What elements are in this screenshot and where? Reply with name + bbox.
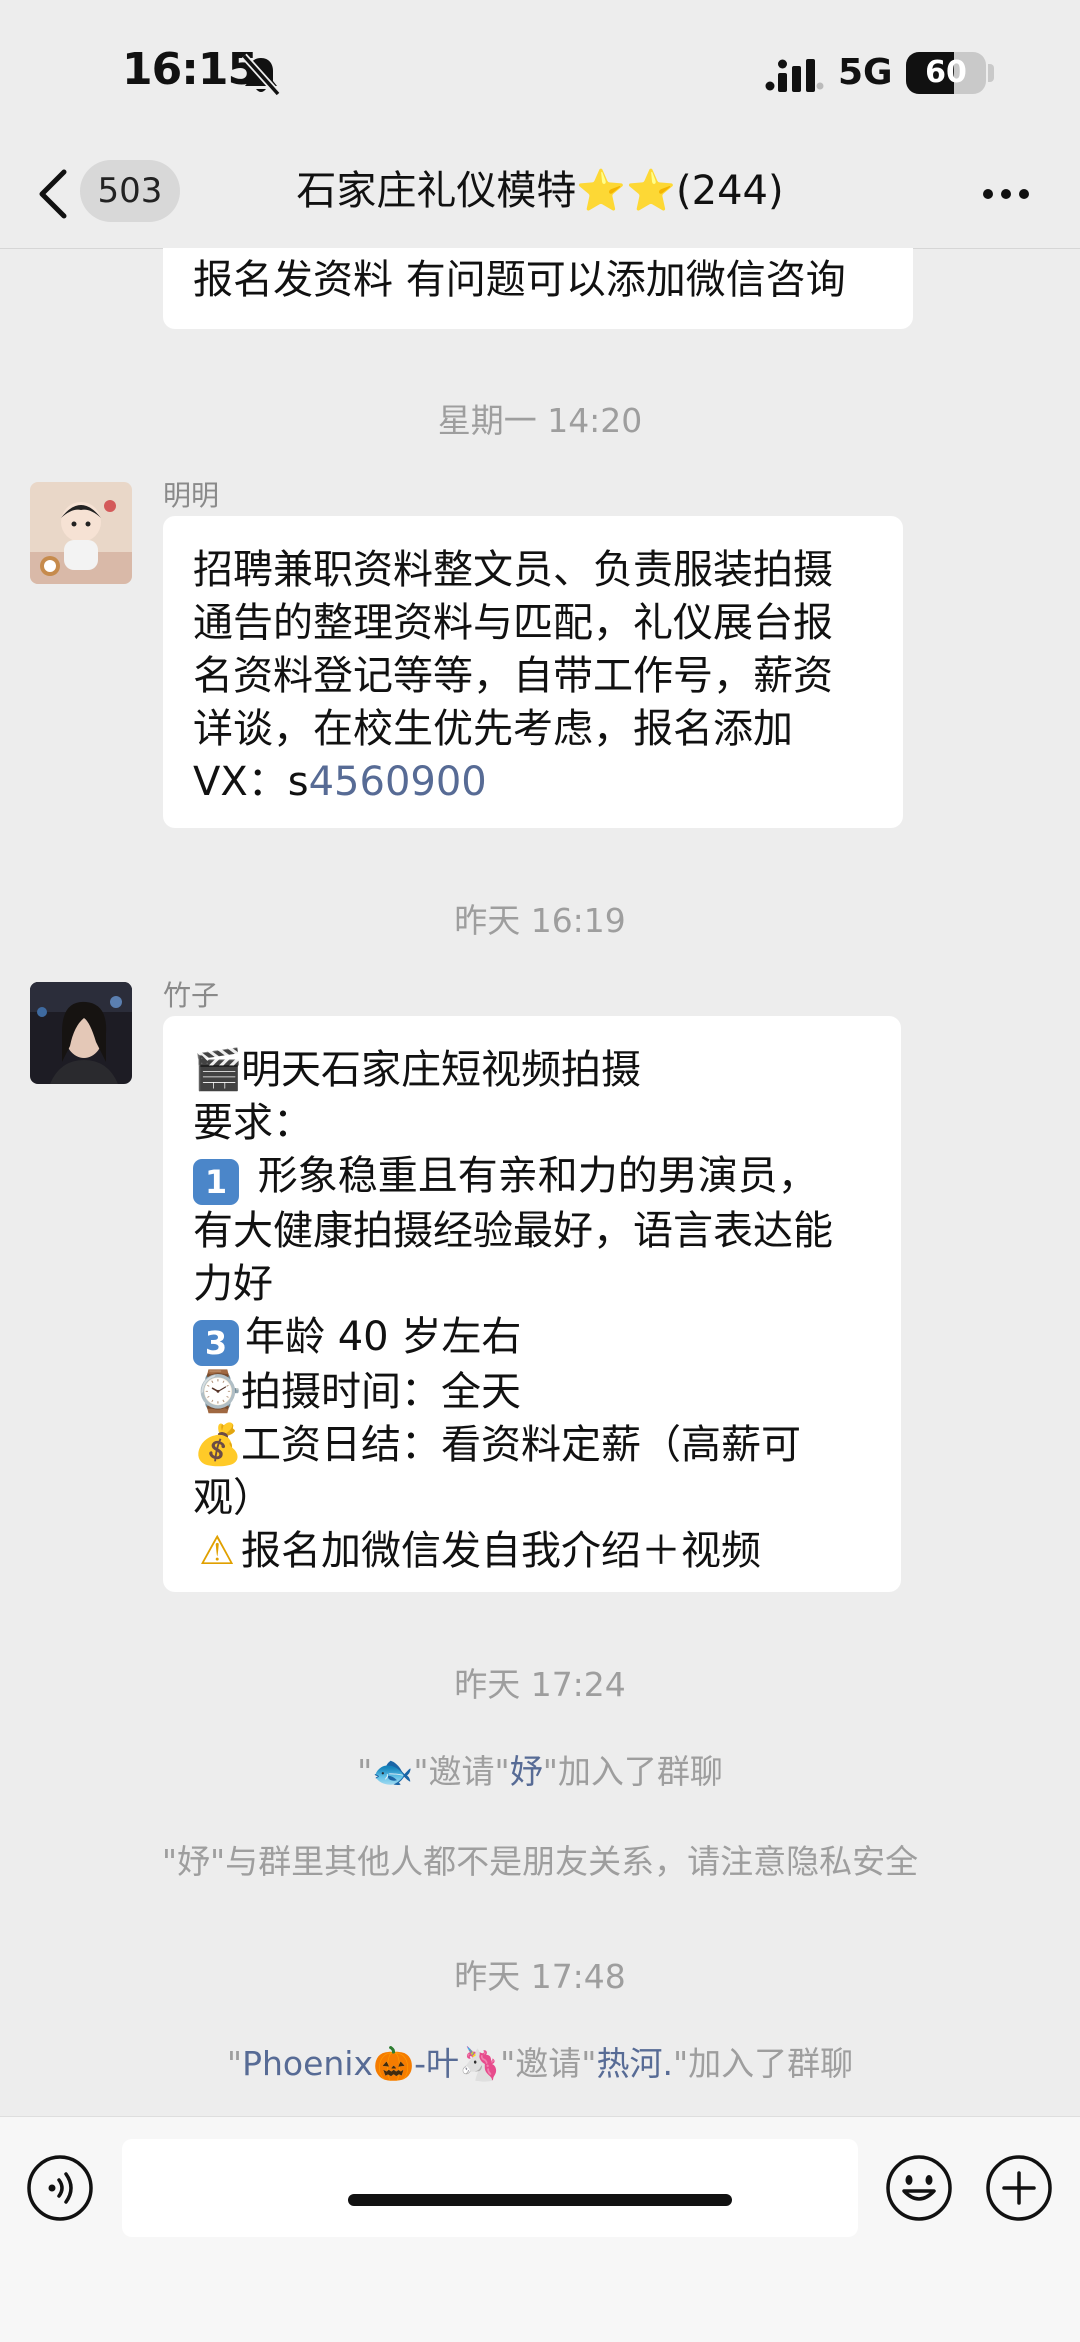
message-line: 🎬明天石家庄短视频拍摄 <box>193 1044 871 1097</box>
timestamp: 昨天 17:48 <box>454 1957 626 1996</box>
unread-count-badge[interactable]: 503 <box>80 160 180 222</box>
message-line: 通告的整理资料与匹配，礼仪展台报 <box>193 600 833 646</box>
message-line-text: 形象稳重且有亲和力的男演员， <box>245 1153 818 1199</box>
chat-header: 503 石家庄礼仪模特⭐️⭐️(244) <box>0 140 1080 249</box>
message-line-text: 年龄 40 岁左右 <box>245 1314 522 1360</box>
message-line: 3 年龄 40 岁左右 <box>193 1311 871 1366</box>
input-bar <box>0 2116 1080 2342</box>
group-title[interactable]: 石家庄礼仪模特⭐️⭐️(244) <box>200 158 880 224</box>
message-line: 详谈，在校生优先考虑，报名添加 <box>193 706 793 752</box>
watch-icon: ⌚ <box>193 1369 243 1415</box>
message-line: ⌚拍摄时间：全天 <box>193 1366 871 1419</box>
sender-name: 竹子 <box>163 979 220 1012</box>
vx-prefix: VX：s <box>193 759 309 805</box>
emoji-icon[interactable] <box>884 2153 954 2223</box>
sys-text: " <box>357 1752 373 1791</box>
sys-text: "加入了群聊 <box>542 1752 723 1791</box>
battery-icon: 60 <box>906 52 986 94</box>
invitee-link[interactable]: 热河. <box>596 2044 673 2083</box>
message-line: 力好 <box>193 1261 273 1307</box>
message-line: 1 形象稳重且有亲和力的男演员， <box>193 1150 871 1205</box>
invitee-link[interactable]: 妤 <box>510 1752 543 1791</box>
bell-muted-icon <box>241 53 281 97</box>
system-message-invite: "🐟"邀请"妤"加入了群聊 <box>0 1745 1080 1793</box>
message-line: 名资料登记等等，自带工作号，薪资 <box>193 653 833 699</box>
sys-text: "邀请" <box>413 1752 510 1791</box>
sys-text: " <box>226 2044 243 2083</box>
inviter-link[interactable]: Phoenix🎃-叶🦄 <box>242 2044 500 2083</box>
inviter-link[interactable]: 🐟 <box>372 1752 413 1791</box>
system-message-invite: "Phoenix🎃-叶🦄"邀请"热河."加入了群聊 <box>0 2037 1080 2085</box>
more-icon[interactable] <box>980 176 1032 212</box>
message-bubble[interactable]: 🎬明天石家庄短视频拍摄 要求： 1 形象稳重且有亲和力的男演员， 有大健康拍摄经… <box>163 1016 901 1592</box>
phone-number-link[interactable]: 4560900 <box>309 759 487 805</box>
message-line-text: 报名加微信发自我介绍＋视频 <box>241 1528 761 1574</box>
system-message-privacy: "妤"与群里其他人都不是朋友关系，请注意隐私安全 <box>161 1842 919 1881</box>
message-line-text: 工资日结：看资料定薪（高薪可 <box>241 1422 801 1468</box>
message-line: VX：s4560900 <box>193 756 873 809</box>
message-line-text: 拍摄时间：全天 <box>241 1369 521 1415</box>
keycap-icon: 1 <box>193 1159 239 1205</box>
timestamp: 昨天 17:24 <box>454 1665 626 1704</box>
message-line: 有大健康拍摄经验最好，语言表达能 <box>193 1208 833 1254</box>
message-line: 要求： <box>193 1100 313 1146</box>
sender-name: 明明 <box>163 479 220 512</box>
back-icon[interactable] <box>34 166 74 222</box>
message-line: 招聘兼职资料整文员、负责服装拍摄 <box>193 547 833 593</box>
money-bag-icon: 💰 <box>193 1422 243 1468</box>
home-indicator[interactable] <box>348 2194 732 2206</box>
timestamp: 星期一 14:20 <box>437 401 643 440</box>
message-line: 观） <box>193 1475 273 1521</box>
warning-icon: ⚠ <box>199 1528 235 1574</box>
timestamp: 昨天 16:19 <box>454 901 626 940</box>
status-bar: 16:15 5G 60 <box>0 0 1080 140</box>
plus-icon[interactable] <box>984 2153 1054 2223</box>
message-input[interactable] <box>122 2139 858 2237</box>
sys-text: "邀请" <box>500 2044 597 2083</box>
sys-text: "加入了群聊 <box>672 2044 854 2083</box>
avatar[interactable] <box>30 982 132 1084</box>
status-time: 16:15 <box>122 44 258 95</box>
message-text: 报名发资料 有问题可以添加微信咨询 <box>193 257 846 303</box>
signal-icon <box>765 59 824 92</box>
network-label: 5G <box>838 52 893 93</box>
message-line: 💰工资日结：看资料定薪（高薪可 <box>193 1419 871 1472</box>
voice-icon[interactable] <box>25 2153 95 2223</box>
message-line: ⚠ 报名加微信发自我介绍＋视频 <box>193 1525 871 1578</box>
keycap-icon: 3 <box>193 1320 239 1366</box>
message-bubble[interactable]: 招聘兼职资料整文员、负责服装拍摄 通告的整理资料与匹配，礼仪展台报 名资料登记等… <box>163 516 903 828</box>
clapperboard-icon: 🎬 <box>193 1047 243 1093</box>
avatar[interactable] <box>30 482 132 584</box>
battery-nub <box>988 64 994 82</box>
message-line-text: 明天石家庄短视频拍摄 <box>241 1047 641 1093</box>
battery-level: 60 <box>925 55 967 90</box>
